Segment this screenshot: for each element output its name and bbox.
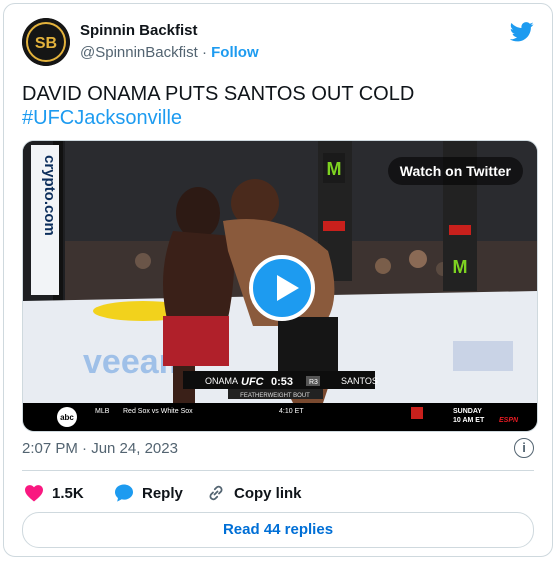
reply-label: Reply [142, 484, 183, 502]
copy-link-label: Copy link [234, 484, 302, 502]
avatar[interactable]: SB [22, 18, 70, 66]
separator-dot: · [201, 44, 207, 61]
svg-text:Red Sox vs White Sox: Red Sox vs White Sox [123, 408, 193, 415]
svg-text:SB: SB [35, 35, 57, 52]
svg-text:M: M [327, 159, 342, 179]
reply-bubble-icon [115, 484, 133, 502]
link-icon [209, 485, 223, 501]
svg-text:ESPN: ESPN [499, 417, 519, 424]
svg-text:UFC: UFC [241, 376, 265, 388]
reply-button[interactable]: Reply [114, 482, 183, 504]
svg-text:10 AM ET: 10 AM ET [453, 417, 485, 424]
svg-text:abc: abc [60, 413, 74, 422]
video-player[interactable]: M M crypto.com veeam ONAMA UFC 0:53 R3 S… [22, 140, 538, 432]
svg-text:MLB: MLB [95, 408, 110, 415]
hashtag-link[interactable]: #UFCJacksonville [22, 106, 542, 130]
action-bar: 1.5K Reply Copy link [22, 482, 534, 506]
svg-text:FEATHERWEIGHT BOUT: FEATHERWEIGHT BOUT [240, 393, 310, 399]
svg-text:SUNDAY: SUNDAY [453, 408, 482, 415]
tweet-card: SB Spinnin Backfist @SpinninBackfist · F… [3, 3, 553, 557]
twitter-bird-icon[interactable] [510, 22, 534, 42]
tweet-timestamp[interactable]: 2:07 PM · Jun 24, 2023 [22, 440, 178, 457]
svg-text:4:10 ET: 4:10 ET [279, 408, 304, 415]
tweet-header: SB Spinnin Backfist @SpinninBackfist · F… [22, 18, 534, 68]
author-handle[interactable]: @SpinninBackfist [80, 44, 198, 61]
svg-text:M: M [453, 257, 468, 277]
read-replies-button[interactable]: Read 44 replies [22, 512, 534, 548]
svg-text:R3: R3 [309, 379, 318, 386]
avatar-logo-icon: SB [22, 18, 70, 66]
handle-row: @SpinninBackfist · Follow [80, 44, 259, 61]
follow-button[interactable]: Follow [211, 44, 259, 61]
watch-on-twitter-button[interactable]: Watch on Twitter [387, 157, 523, 185]
tweet-body: DAVID ONAMA PUTS SANTOS OUT COLD [22, 83, 415, 105]
like-count: 1.5K [52, 484, 84, 502]
author-name[interactable]: Spinnin Backfist [80, 22, 198, 39]
heart-icon [25, 485, 43, 502]
play-icon[interactable] [249, 255, 315, 321]
svg-text:0:53: 0:53 [271, 376, 293, 388]
divider [22, 470, 534, 471]
like-button[interactable]: 1.5K [24, 482, 84, 504]
tweet-text: DAVID ONAMA PUTS SANTOS OUT COLD #UFCJac… [22, 82, 542, 130]
info-icon[interactable]: i [514, 438, 534, 458]
svg-text:SANTOS: SANTOS [341, 376, 378, 386]
sponsor-banner: crypto.com [41, 155, 58, 236]
copy-link-button[interactable]: Copy link [206, 482, 302, 504]
svg-text:ONAMA: ONAMA [205, 376, 238, 386]
